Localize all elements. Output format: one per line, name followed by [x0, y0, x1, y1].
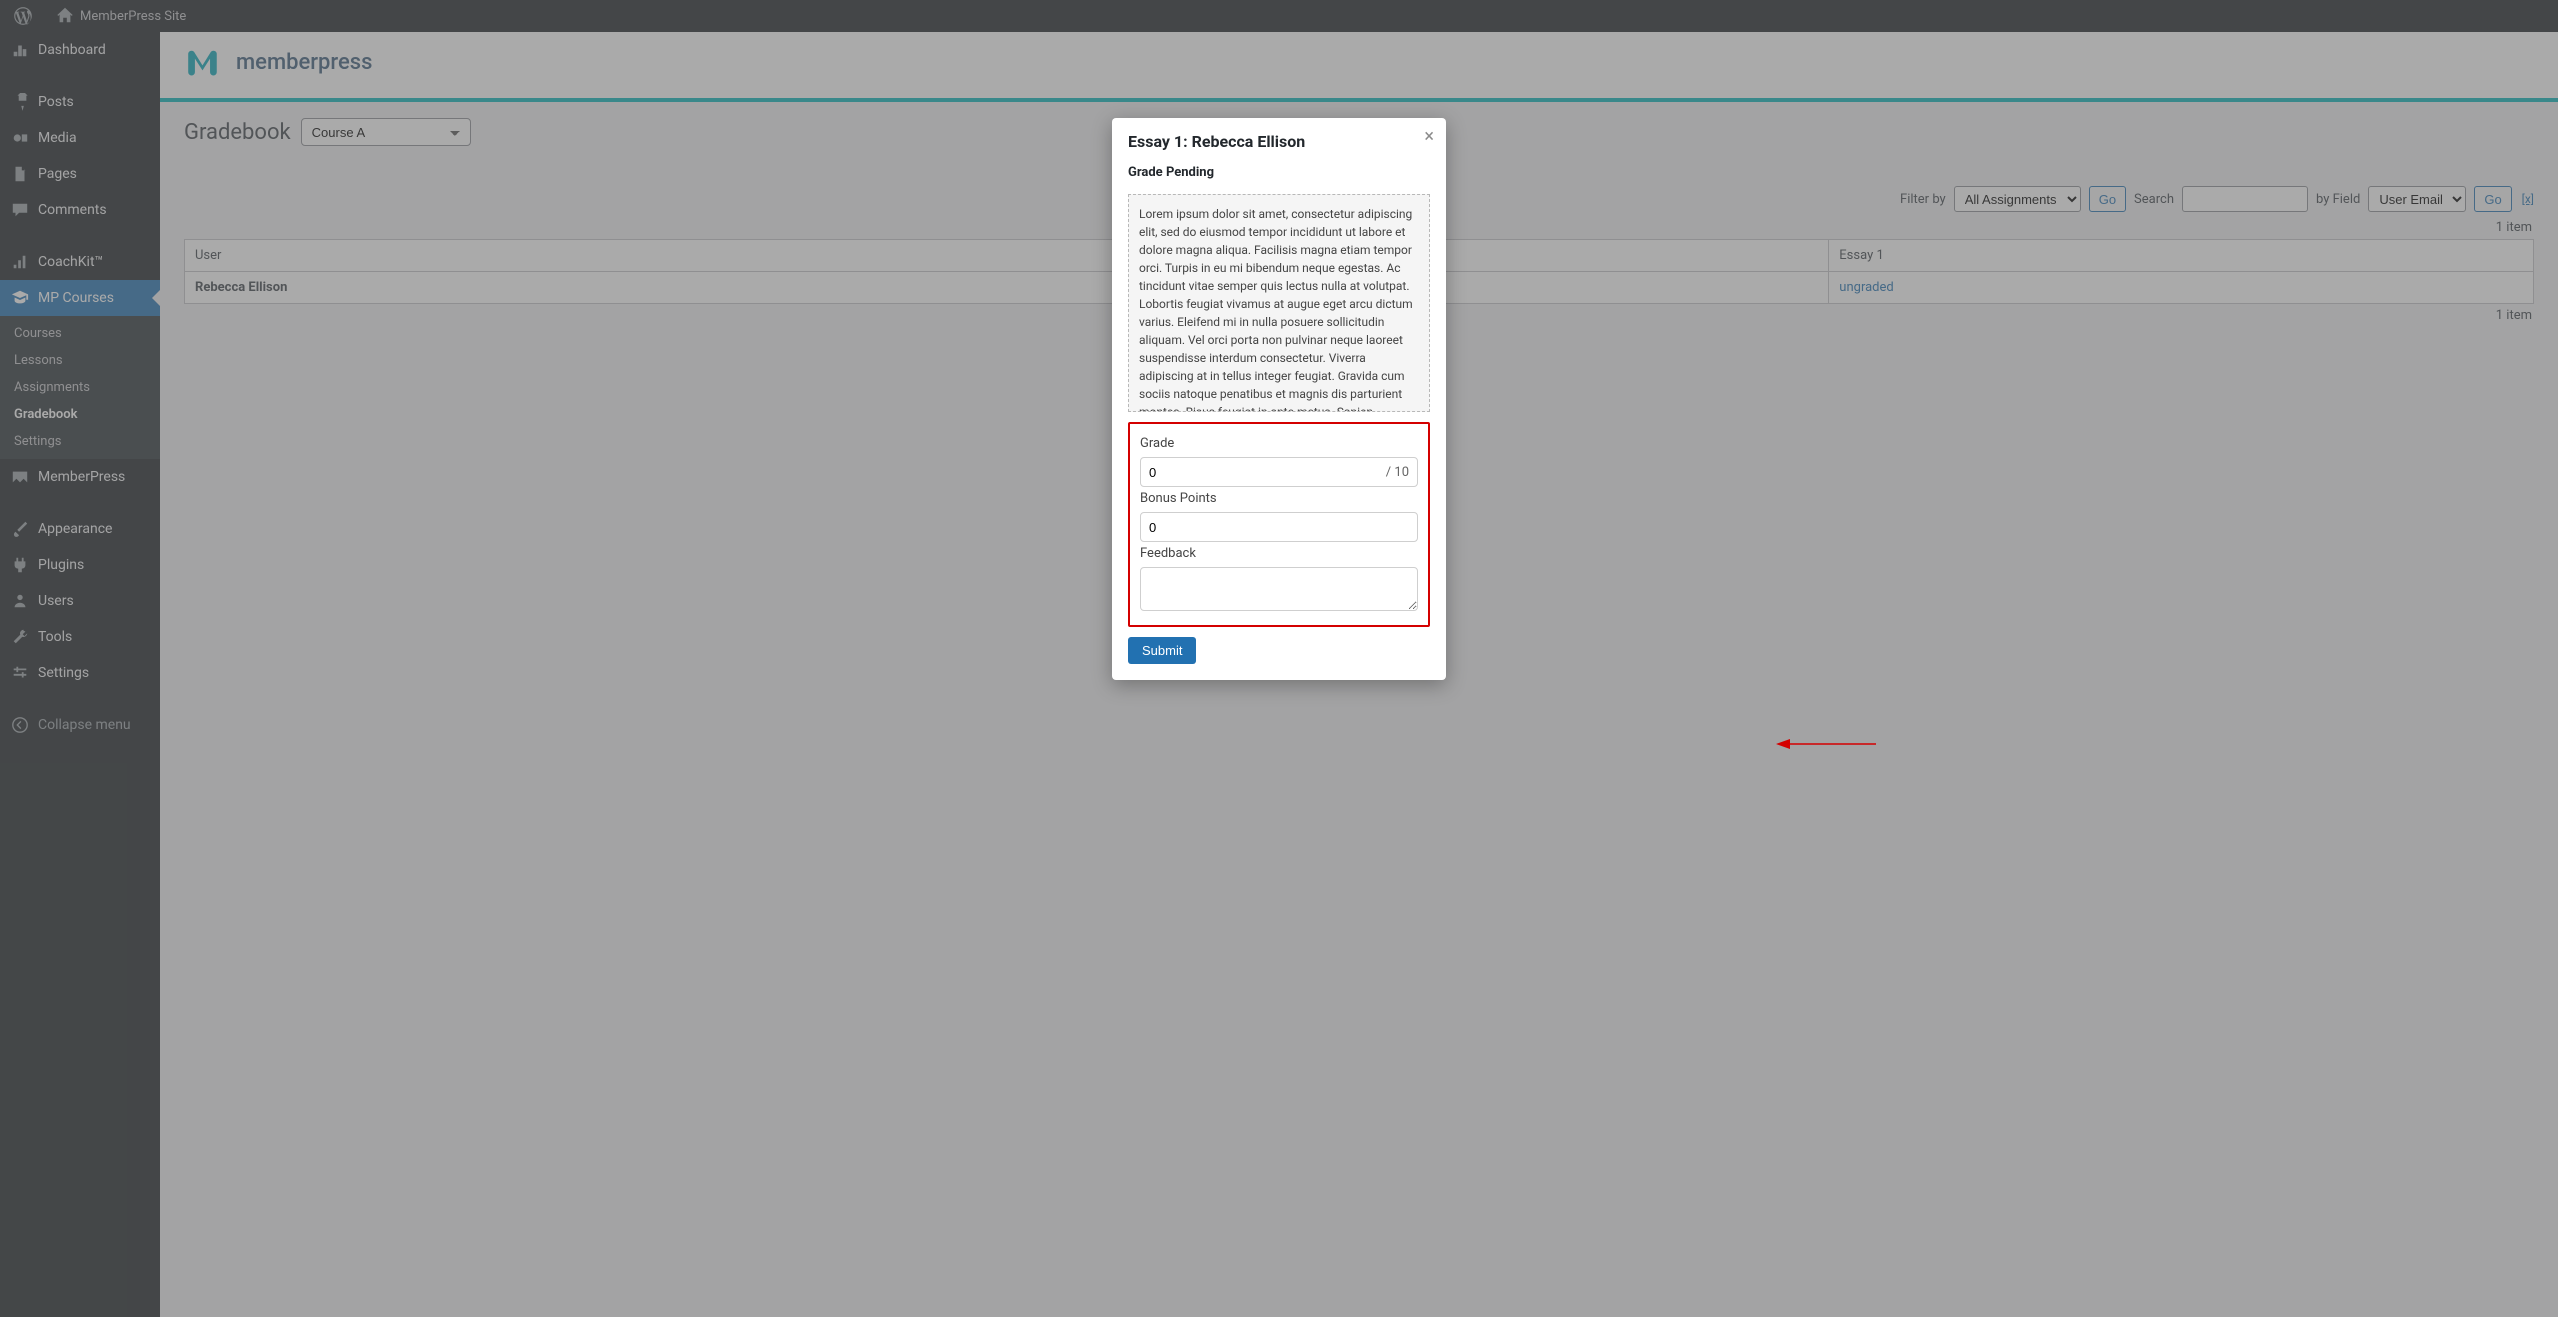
grade-label: Grade — [1140, 436, 1418, 451]
feedback-textarea[interactable] — [1140, 567, 1418, 611]
grading-form-highlight: Grade / 10 Bonus Points Feedback — [1128, 422, 1430, 627]
modal-title: Essay 1: Rebecca Ellison — [1128, 132, 1430, 151]
grade-input-row: / 10 — [1140, 457, 1418, 487]
grading-modal: × Essay 1: Rebecca Ellison Grade Pending… — [1112, 118, 1446, 680]
essay-paragraph: Lorem ipsum dolor sit amet, consectetur … — [1139, 205, 1419, 412]
modal-overlay[interactable]: × Essay 1: Rebecca Ellison Grade Pending… — [0, 0, 2558, 1317]
grade-input[interactable] — [1149, 465, 1386, 480]
bonus-input[interactable] — [1140, 512, 1418, 542]
grade-status: Grade Pending — [1128, 165, 1430, 180]
callout-arrow — [1776, 737, 1876, 751]
bonus-label: Bonus Points — [1140, 491, 1418, 506]
feedback-label: Feedback — [1140, 546, 1418, 561]
grade-max: / 10 — [1386, 465, 1409, 480]
close-icon[interactable]: × — [1424, 128, 1434, 146]
essay-content[interactable]: Lorem ipsum dolor sit amet, consectetur … — [1128, 194, 1430, 412]
submit-button[interactable]: Submit — [1128, 637, 1196, 664]
